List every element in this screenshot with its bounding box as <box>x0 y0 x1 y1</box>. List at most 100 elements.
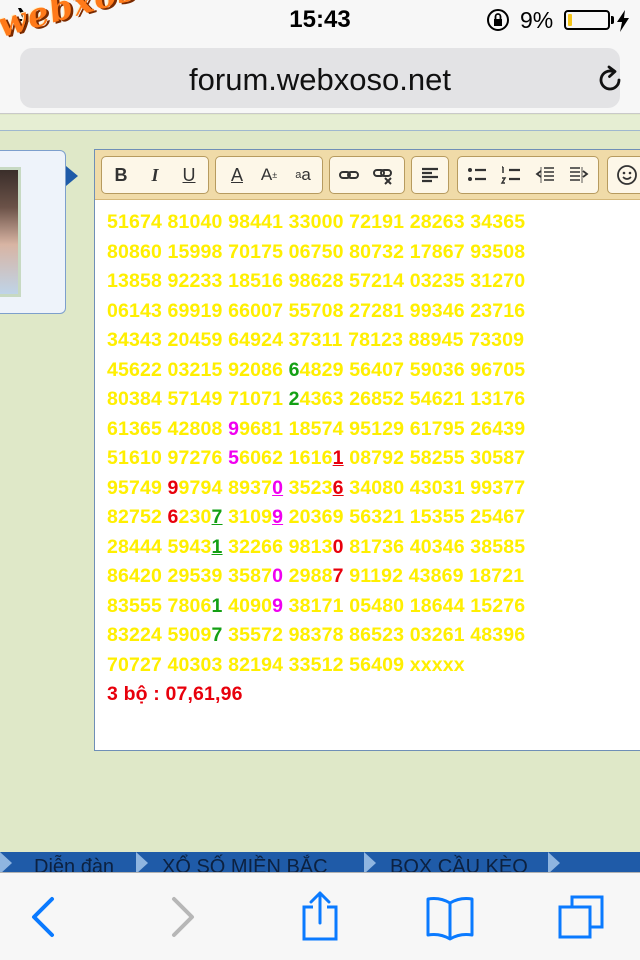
charging-bolt-icon <box>617 10 629 32</box>
number-text: 28444 5943 <box>107 535 212 558</box>
number-line: 95749 99794 89370 35236 34080 43031 9937… <box>107 474 640 504</box>
italic-button[interactable]: I <box>140 157 170 193</box>
post-pointer-icon <box>66 166 78 186</box>
highlighted-digit: 9 <box>228 417 240 440</box>
align-left-button[interactable] <box>415 157 445 193</box>
number-line: 83224 59097 35572 98378 86523 03261 4839… <box>107 621 640 651</box>
post-editor[interactable]: B I U A A ± aa 51674 81040 98441 33000 7… <box>94 149 640 751</box>
number-text: 86420 29539 3587 <box>107 565 273 587</box>
font-size-label: A <box>260 165 273 184</box>
highlighted-digit: 7 <box>211 506 223 528</box>
battery-icon <box>564 10 610 30</box>
number-text: 4363 26852 54621 13176 <box>299 388 526 410</box>
smiley-icon <box>617 165 637 185</box>
nav-arrow-icon <box>136 852 148 874</box>
number-text: 34343 20459 64924 37311 78123 88945 7330… <box>107 329 525 351</box>
number-line: 83555 78061 40909 38171 05480 18644 1527… <box>107 592 640 622</box>
share-icon <box>302 891 338 941</box>
number-line: 51610 97276 56062 16161 08792 58255 3058… <box>107 444 640 474</box>
number-text: 80384 57149 71071 <box>107 388 289 410</box>
number-text: 83555 7806 <box>107 594 212 617</box>
avatar[interactable] <box>0 167 21 297</box>
orientation-lock-icon <box>487 9 509 31</box>
battery-percent: 9% <box>520 7 554 33</box>
number-text: 06143 69919 66007 55708 27281 99346 2371… <box>107 299 526 322</box>
indent-icon <box>570 167 589 183</box>
highlighted-digit: 0 <box>272 565 284 587</box>
back-button[interactable] <box>14 887 74 947</box>
numbered-list-icon <box>500 166 520 184</box>
highlighted-digit: 6 <box>288 358 300 381</box>
number-text: 6062 1616 <box>239 447 333 469</box>
subscript-label: a <box>301 165 311 184</box>
highlighted-digit: 6 <box>167 506 179 528</box>
unlink-button[interactable] <box>368 157 398 193</box>
outdent-icon <box>535 167 554 183</box>
highlighted-digit: 7 <box>211 624 223 646</box>
subscript-button[interactable]: aa <box>288 157 318 193</box>
number-text: 51674 81040 98441 33000 72191 28263 3436… <box>107 211 526 233</box>
number-text: 20369 56321 15355 25467 <box>283 506 526 528</box>
highlighted-digit: 9 <box>272 506 284 528</box>
number-text: 38171 05480 18644 15276 <box>283 594 526 617</box>
number-text: 81736 40346 38585 <box>343 535 526 558</box>
link-group <box>329 156 405 194</box>
align-left-icon <box>422 167 438 183</box>
address-bar[interactable]: forum.webxoso.net <box>20 48 621 108</box>
highlighted-digit: 0 <box>332 535 344 558</box>
number-line: 45622 03215 92086 64829 56407 59036 9670… <box>107 356 640 386</box>
editor-toolbar: B I U A A ± aa <box>95 150 640 200</box>
number-text: 34080 43031 99377 <box>343 476 526 499</box>
number-line: 70727 40303 82194 33512 56409 xxxxx <box>107 651 640 681</box>
number-text: 45622 03215 92086 <box>107 358 289 381</box>
bold-button[interactable]: B <box>106 157 136 193</box>
number-line: 51674 81040 98441 33000 72191 28263 3436… <box>107 208 640 238</box>
forward-button[interactable] <box>152 887 212 947</box>
number-text: 51610 97276 <box>107 447 229 469</box>
reload-icon[interactable] <box>594 64 626 96</box>
outdent-button[interactable] <box>530 157 560 193</box>
user-avatar-box <box>0 150 66 314</box>
number-line: 34343 20459 64924 37311 78123 88945 7330… <box>107 326 640 356</box>
bookmarks-button[interactable] <box>420 887 480 947</box>
number-text: 83224 5909 <box>107 624 212 646</box>
font-size-button[interactable]: A ± <box>254 157 284 193</box>
number-text: 35572 98378 86523 03261 48396 <box>222 624 526 646</box>
battery-level <box>568 14 572 26</box>
underline-button[interactable]: U <box>174 157 204 193</box>
font-color-button[interactable]: A <box>222 157 252 193</box>
numbered-list-button[interactable] <box>496 157 526 193</box>
unlink-icon <box>373 169 392 185</box>
browser-toolbar <box>0 872 640 960</box>
highlighted-digit: 1 <box>211 594 223 617</box>
number-text: 70727 40303 82194 33512 56409 xxxxx <box>107 653 465 676</box>
bullet-list-icon <box>468 168 486 181</box>
url-text[interactable]: forum.webxoso.net <box>20 62 620 98</box>
number-text: 13858 92233 18516 98628 57214 03235 3127… <box>107 270 526 292</box>
link-button[interactable] <box>334 157 364 193</box>
number-text: 95749 <box>107 476 168 499</box>
number-line: 13858 92233 18516 98628 57214 03235 3127… <box>107 267 640 297</box>
number-text: 4090 <box>222 594 273 617</box>
editor-content[interactable]: 51674 81040 98441 33000 72191 28263 3436… <box>107 208 640 710</box>
format-group: B I U <box>101 156 209 194</box>
back-arrow-icon <box>32 897 54 937</box>
smiley-button[interactable] <box>612 157 640 193</box>
number-line: 80860 15998 70175 06750 80732 17867 9350… <box>107 238 640 268</box>
highlighted-digit: 7 <box>332 565 344 587</box>
number-line: 28444 59431 32266 98130 81736 40346 3858… <box>107 533 640 563</box>
battery-tip <box>611 16 614 24</box>
number-line: 82752 62307 31099 20369 56321 15355 2546… <box>107 503 640 533</box>
number-line: 61365 42808 99681 18574 95129 61795 2643… <box>107 415 640 445</box>
indent-button[interactable] <box>564 157 594 193</box>
font-group: A A ± aa <box>215 156 323 194</box>
number-line: 80384 57149 71071 24363 26852 54621 1317… <box>107 385 640 415</box>
number-text: 9681 18574 95129 61795 26439 <box>239 417 526 440</box>
number-text: 230 <box>178 506 212 528</box>
highlighted-digit: 0 <box>272 476 284 499</box>
number-text: 91192 43869 18721 <box>343 565 525 587</box>
bullet-list-button[interactable] <box>462 157 492 193</box>
share-button[interactable] <box>290 887 350 947</box>
list-group <box>457 156 599 194</box>
tabs-button[interactable] <box>552 887 612 947</box>
